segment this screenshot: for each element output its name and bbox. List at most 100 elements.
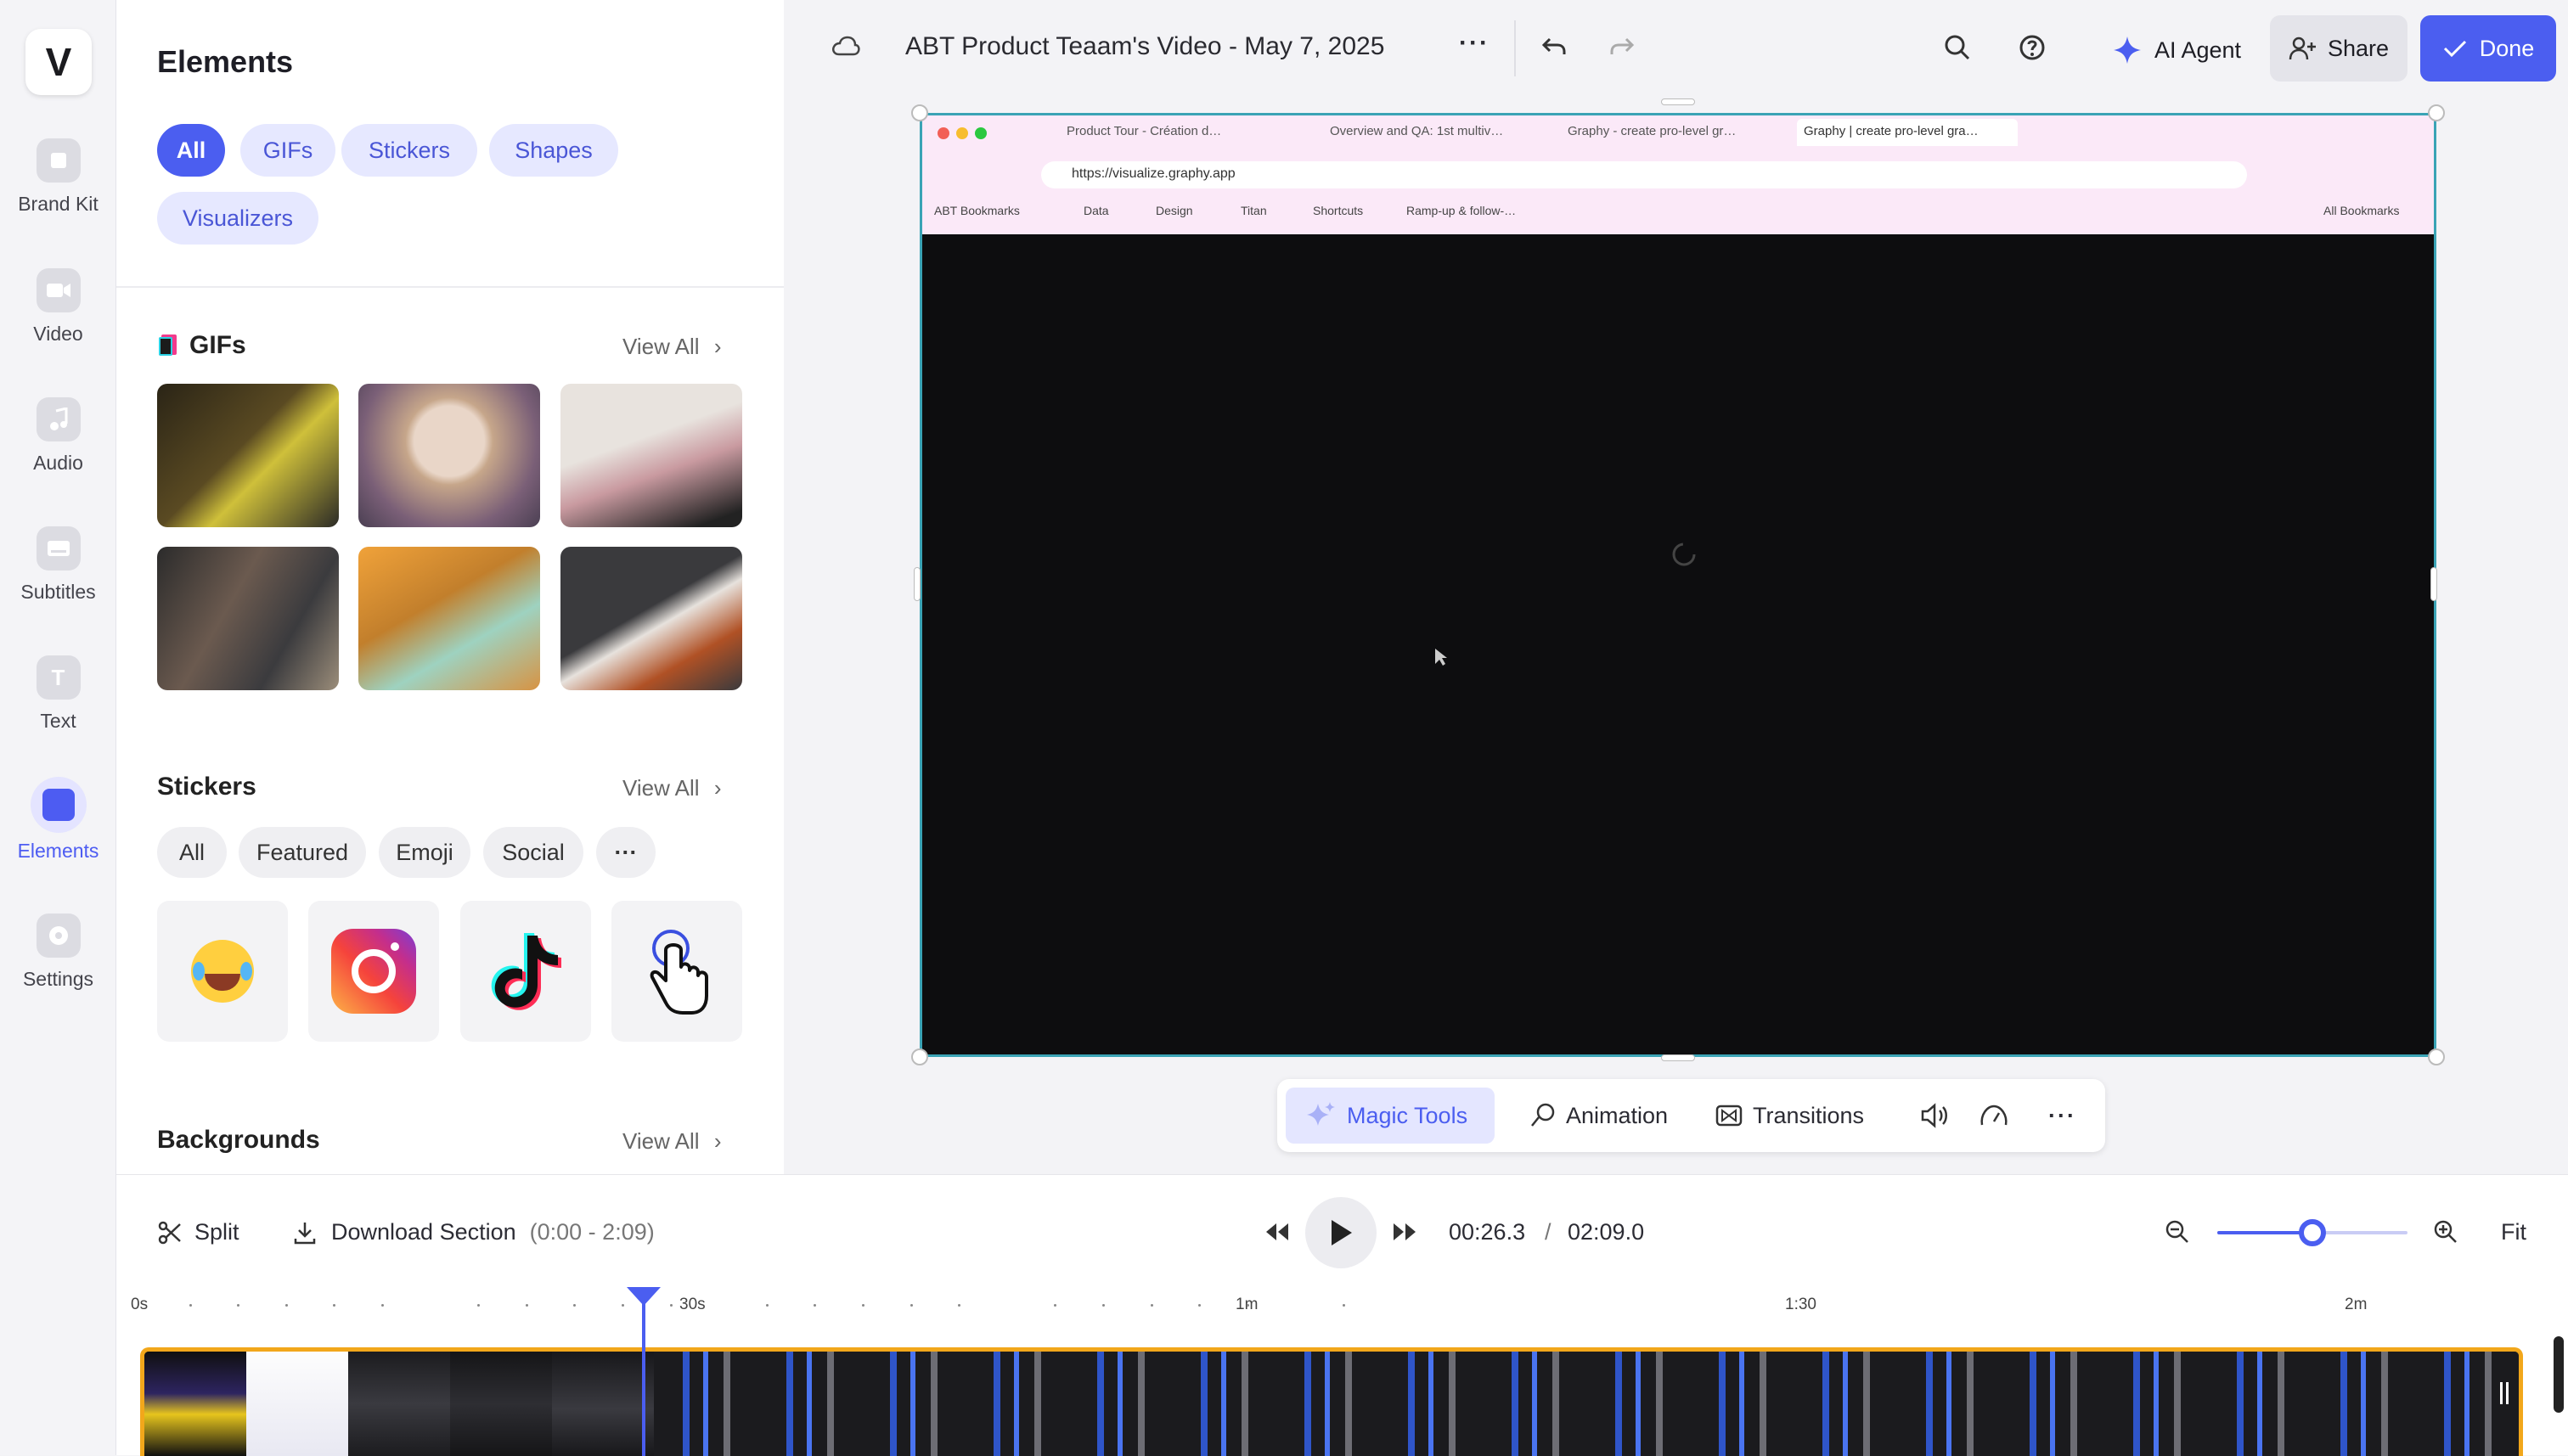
sticker-filter-more-button[interactable]: ··· [596,827,656,878]
app-logo[interactable]: V [25,29,92,95]
resize-handle[interactable] [1661,98,1695,105]
stickers-view-all-link[interactable]: View All › [622,775,721,801]
zoom-slider-handle[interactable] [2299,1219,2326,1246]
sticker-filter-all[interactable]: All [157,827,227,878]
sticker-filter-featured[interactable]: Featured [239,827,366,878]
project-more-button[interactable]: ··· [1459,29,1490,58]
redo-icon[interactable] [1609,36,1635,62]
sticker-filter-emoji[interactable]: Emoji [379,827,470,878]
rail-item-label: Elements [17,840,99,862]
fast-forward-icon[interactable] [1392,1222,1417,1246]
transitions-button[interactable]: Transitions [1715,1088,1864,1144]
video-canvas[interactable]: Product Tour - Création d… Overview and … [920,113,2436,1057]
playhead-line[interactable] [642,1302,645,1456]
gif-tile[interactable] [560,547,742,690]
ruler-tick-dot [910,1304,913,1307]
filter-chip-shapes[interactable]: Shapes [489,124,618,177]
filter-chip-stickers[interactable]: Stickers [341,124,477,177]
tap-hand-icon [650,930,708,1015]
done-label: Done [2479,35,2535,61]
clip-more-button[interactable]: ··· [2048,1088,2076,1144]
split-button[interactable]: Split [157,1219,239,1245]
resize-handle[interactable] [2428,104,2445,121]
filter-chip-gifs[interactable]: GIFs [240,124,335,177]
project-title[interactable]: ABT Product Teaam's Video - May 7, 2025 [905,32,1384,61]
vertical-scrollbar[interactable] [2554,1336,2564,1413]
elements-icon [30,777,87,833]
zoom-out-icon[interactable] [2165,1219,2190,1249]
sticker-tile[interactable] [308,901,439,1042]
ruler-tick-label: 30s [679,1296,706,1313]
help-icon[interactable] [2019,34,2046,65]
bookmark-item: Shortcuts [1313,204,1364,217]
sticker-tile[interactable] [611,901,742,1042]
browser-tab: Overview and QA: 1st multiv… [1330,124,1504,138]
magic-tools-button[interactable]: Magic Tools [1286,1088,1495,1144]
browser-tab: Graphy - create pro-level gr… [1568,124,1737,138]
filter-chip-all[interactable]: All [157,124,225,177]
sticker-filter-social[interactable]: Social [483,827,583,878]
share-button[interactable]: Share [2270,15,2408,82]
backgrounds-section-title: Backgrounds [157,1126,320,1154]
bookmark-item: Data [1084,204,1109,217]
rewind-icon[interactable] [1264,1222,1290,1246]
gifs-view-all-link[interactable]: View All › [622,334,721,360]
elements-panel: Elements All GIFs Stickers Shapes Visual… [116,0,784,1174]
clip-thumbnail [552,1352,654,1456]
panel-title: Elements [157,44,294,79]
chevron-right-icon: › [713,1128,722,1154]
download-section-label: Download Section [331,1219,516,1245]
video-track-clip[interactable] [140,1347,2523,1456]
rail-item-audio[interactable]: Audio [0,397,116,499]
rail-item-video[interactable]: Video [0,268,116,370]
resize-handle[interactable] [911,104,928,121]
animation-button[interactable]: Animation [1529,1088,1668,1144]
rail-item-label: Text [40,710,76,732]
zoom-slider[interactable] [2217,1219,2408,1246]
search-icon[interactable] [1944,34,1971,65]
split-label: Split [194,1219,239,1245]
fit-button[interactable]: Fit [2501,1219,2526,1245]
resize-handle[interactable] [914,567,921,601]
resize-handle[interactable] [1661,1054,1695,1061]
rail-item-brand-kit[interactable]: Brand Kit [0,138,116,240]
filter-chip-visualizers[interactable]: Visualizers [157,192,318,245]
ruler-tick-dot [1246,1304,1249,1307]
ruler-tick-dot [1150,1304,1153,1307]
sticker-tile[interactable] [460,901,591,1042]
backgrounds-view-all-link[interactable]: View All › [622,1128,721,1155]
ruler-tick-label: 0s [131,1296,149,1313]
resize-handle[interactable] [911,1048,928,1065]
play-button[interactable] [1305,1197,1377,1268]
gifs-section-title: GIFs [189,331,246,359]
speed-icon[interactable] [1979,1088,2009,1144]
subtitles-icon [36,526,81,571]
zoom-in-icon[interactable] [2433,1219,2458,1249]
gif-tile[interactable] [157,547,339,690]
gif-tile[interactable] [157,384,339,527]
done-button[interactable]: Done [2420,15,2556,82]
undo-icon[interactable] [1541,36,1567,62]
view-all-label: View All [622,334,700,359]
sticker-tile[interactable] [157,901,288,1042]
ruler-tick-dot [669,1304,673,1307]
gif-tile[interactable] [358,384,540,527]
resize-handle[interactable] [2430,567,2437,601]
resize-handle[interactable] [2428,1048,2445,1065]
ruler-tick-dot [333,1304,336,1307]
bookmark-item: All Bookmarks [2323,204,2400,217]
gif-tile[interactable] [560,384,742,527]
total-duration: 02:09.0 [1568,1219,1645,1245]
volume-icon[interactable] [1919,1088,1951,1144]
rail-item-subtitles[interactable]: Subtitles [0,526,116,628]
left-rail: V Brand Kit Video Audio Subtitles T Text… [0,0,116,1455]
gif-tile[interactable] [358,547,540,690]
rail-item-elements[interactable]: Elements [0,777,116,879]
download-section-button[interactable]: Download Section (0:00 - 2:09) [292,1219,655,1245]
clip-trim-handle[interactable] [2500,1382,2509,1404]
music-note-icon [36,397,81,441]
rail-item-text[interactable]: T Text [0,655,116,757]
rail-item-settings[interactable]: Settings [0,914,116,1015]
rail-item-label: Settings [22,968,94,990]
ai-agent-button[interactable]: AI Agent [2100,17,2253,83]
